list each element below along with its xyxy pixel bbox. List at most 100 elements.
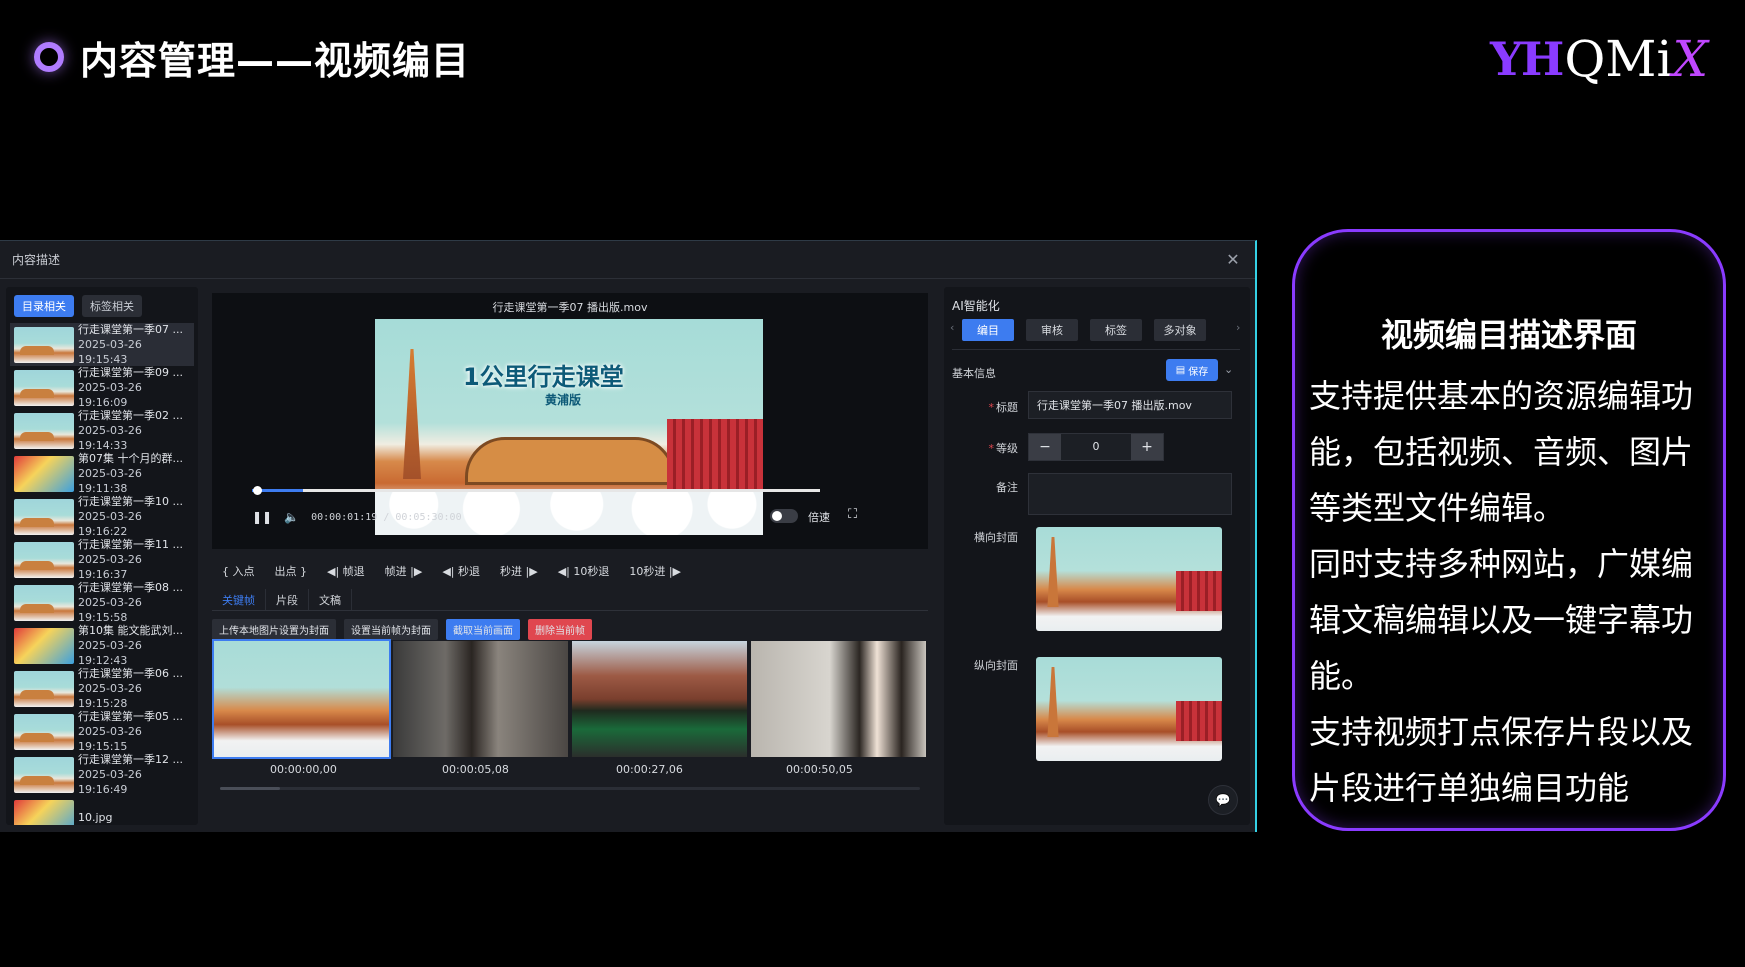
file-thumbnail (14, 326, 74, 363)
file-meta: 行走课堂第一季07 ... 2025-03-26 19:15:43 (78, 322, 190, 367)
mark-button[interactable]: 秒进 |▶ (500, 563, 538, 579)
mark-button[interactable]: ◀| 10秒退 (558, 563, 610, 579)
save-button[interactable]: ▤ 保存 (1166, 359, 1218, 381)
file-date: 2025-03-26 19:11:38 (78, 467, 142, 495)
list-item[interactable]: 行走课堂第一季09 ... 2025-03-26 19:16:09 (10, 366, 194, 409)
file-name: 行走课堂第一季12 ... (78, 753, 183, 766)
chevron-down-icon[interactable]: ⌄ (1224, 363, 1233, 376)
current-time: 00:00:01:19 (311, 511, 378, 523)
ai-panel-title: AI智能化 (952, 299, 1000, 313)
title-bullet-icon (34, 42, 64, 72)
video-player[interactable]: 行走课堂第一季07 播出版.mov 1公里行走课堂 黄浦版 ❚❚ 🔈 00:00… (212, 293, 928, 549)
vertical-cover-image[interactable] (1036, 657, 1222, 761)
basic-info-label: 基本信息 (952, 367, 996, 380)
content-description-window: 内容描述 ✕ 目录相关 标签相关 行走课堂第一季07 ... 2025-03-26 … (0, 240, 1257, 832)
keyframe-action-button[interactable]: 上传本地图片设置为封面 (212, 619, 336, 640)
file-meta: 10.jpg (78, 810, 113, 825)
file-thumbnail (14, 713, 74, 750)
keyframe-thumb[interactable] (212, 639, 391, 759)
file-name: 10.jpg (78, 811, 113, 824)
list-item[interactable]: 第07集 十个月的群... 2025-03-26 19:11:38 (10, 452, 194, 495)
sub-tabs: 关键帧 片段 文稿 (212, 589, 928, 611)
ai-tab[interactable]: 多对象 (1154, 319, 1206, 341)
chevron-right-icon[interactable]: › (1236, 321, 1240, 334)
pause-icon[interactable]: ❚❚ (252, 510, 272, 524)
editor-center: 行走课堂第一季07 播出版.mov 1公里行走课堂 黄浦版 ❚❚ 🔈 00:00… (212, 293, 928, 825)
mark-button[interactable]: ◀| 帧退 (327, 563, 365, 579)
left-tabs: 目录相关 标签相关 (6, 287, 198, 323)
file-date: 2025-03-26 19:14:33 (78, 424, 142, 452)
file-date: 2025-03-26 19:15:28 (78, 682, 142, 710)
file-meta: 行走课堂第一季02 ... 2025-03-26 19:14:33 (78, 408, 190, 453)
slide-title-text: 内容管理——视频编目 (80, 38, 471, 83)
mark-button[interactable]: 帧进 |▶ (385, 563, 423, 579)
list-item[interactable]: 行走课堂第一季11 ... 2025-03-26 19:16:37 (10, 538, 194, 581)
list-item[interactable]: 行走课堂第一季12 ... 2025-03-26 19:16:49 (10, 753, 194, 796)
description-card: 视频编目描述界面 支持提供基本的资源编辑功能，包括视频、音频、图片等类型文件编辑… (1292, 229, 1726, 831)
chat-icon[interactable]: 💬 (1208, 785, 1238, 815)
keyframe-image (751, 641, 926, 757)
list-item[interactable]: 行走课堂第一季07 ... 2025-03-26 19:15:43 (10, 323, 194, 366)
fullscreen-icon[interactable]: ⛶ (848, 507, 864, 523)
list-item[interactable]: 行走课堂第一季06 ... 2025-03-26 19:15:28 (10, 667, 194, 710)
file-meta: 行走课堂第一季11 ... 2025-03-26 19:16:37 (78, 537, 190, 582)
keyframe-action-button[interactable]: 设置当前帧为封面 (344, 619, 438, 640)
level-stepper[interactable]: − 0 + (1028, 433, 1164, 461)
sub-tab[interactable]: 片段 (266, 589, 309, 610)
keyframe-thumb[interactable] (570, 639, 749, 759)
logo-x: X (1672, 30, 1709, 88)
divider (952, 349, 1240, 350)
mark-button[interactable]: 出点 } (275, 563, 308, 579)
speed-toggle[interactable] (770, 509, 798, 523)
mark-button[interactable]: ◀| 秒退 (442, 563, 480, 579)
file-thumbnail (14, 498, 74, 535)
title-input[interactable] (1028, 391, 1232, 419)
keyframe-strip (212, 639, 928, 759)
keyframe-action-button[interactable]: 截取当前画面 (446, 619, 520, 640)
chevron-left-icon[interactable]: ‹ (950, 321, 954, 334)
keyframe-time: 00:00:05,08 (442, 763, 509, 776)
keyframe-time: 00:00:50,05 (786, 763, 853, 776)
close-icon[interactable]: ✕ (1223, 250, 1243, 270)
level-label: * 等级 (988, 442, 1019, 455)
list-item[interactable]: 行走课堂第一季05 ... 2025-03-26 19:15:15 (10, 710, 194, 753)
file-thumbnail (14, 670, 74, 707)
progress-knob[interactable] (253, 486, 263, 495)
note-textarea[interactable] (1028, 473, 1232, 515)
list-item[interactable]: 行走课堂第一季10 ... 2025-03-26 19:16:22 (10, 495, 194, 538)
keyframe-time: 00:00:27,06 (616, 763, 683, 776)
progress-bar[interactable] (252, 486, 820, 495)
file-thumbnail (14, 756, 74, 793)
save-icon: ▤ (1175, 364, 1186, 376)
minus-icon[interactable]: − (1029, 434, 1061, 460)
scrollbar-thumb[interactable] (220, 787, 280, 790)
level-value[interactable]: 0 (1061, 434, 1131, 460)
list-item[interactable]: 行走课堂第一季02 ... 2025-03-26 19:14:33 (10, 409, 194, 452)
list-item[interactable]: 第10集 能文能武刘... 2025-03-26 19:12:43 (10, 624, 194, 667)
left-tab[interactable]: 标签相关 (82, 295, 142, 317)
mark-button[interactable]: 10秒进 |▶ (629, 563, 681, 579)
list-item[interactable]: 行走课堂第一季08 ... 2025-03-26 19:15:58 (10, 581, 194, 624)
left-tab[interactable]: 目录相关 (14, 295, 74, 317)
logo-mark: YH (1490, 32, 1564, 86)
brand-logo: YH QMi X (1490, 30, 1708, 88)
list-item[interactable]: 10.jpg (10, 796, 194, 825)
file-thumbnail (14, 541, 74, 578)
keyframe-thumb[interactable] (391, 639, 570, 759)
sub-tab[interactable]: 文稿 (309, 589, 352, 610)
ai-tab[interactable]: 审核 (1026, 319, 1078, 341)
video-file-name: 行走课堂第一季07 播出版.mov (492, 301, 648, 314)
ai-tab[interactable]: 编目 (962, 319, 1014, 341)
file-name: 第10集 能文能武刘... (78, 624, 183, 637)
keyframe-thumb[interactable] (749, 639, 928, 759)
keyframe-time: 00:00:00,00 (270, 763, 337, 776)
horizontal-cover-image[interactable] (1036, 527, 1222, 631)
plus-icon[interactable]: + (1131, 434, 1163, 460)
volume-icon[interactable]: 🔈 (284, 510, 299, 524)
file-date: 2025-03-26 19:16:49 (78, 768, 142, 796)
ai-tab[interactable]: 标签 (1090, 319, 1142, 341)
keyframe-action-button[interactable]: 删除当前帧 (528, 619, 592, 640)
mark-button[interactable]: { 入点 (222, 563, 255, 579)
horizontal-scrollbar[interactable] (220, 787, 920, 790)
sub-tab[interactable]: 关键帧 (212, 589, 266, 610)
